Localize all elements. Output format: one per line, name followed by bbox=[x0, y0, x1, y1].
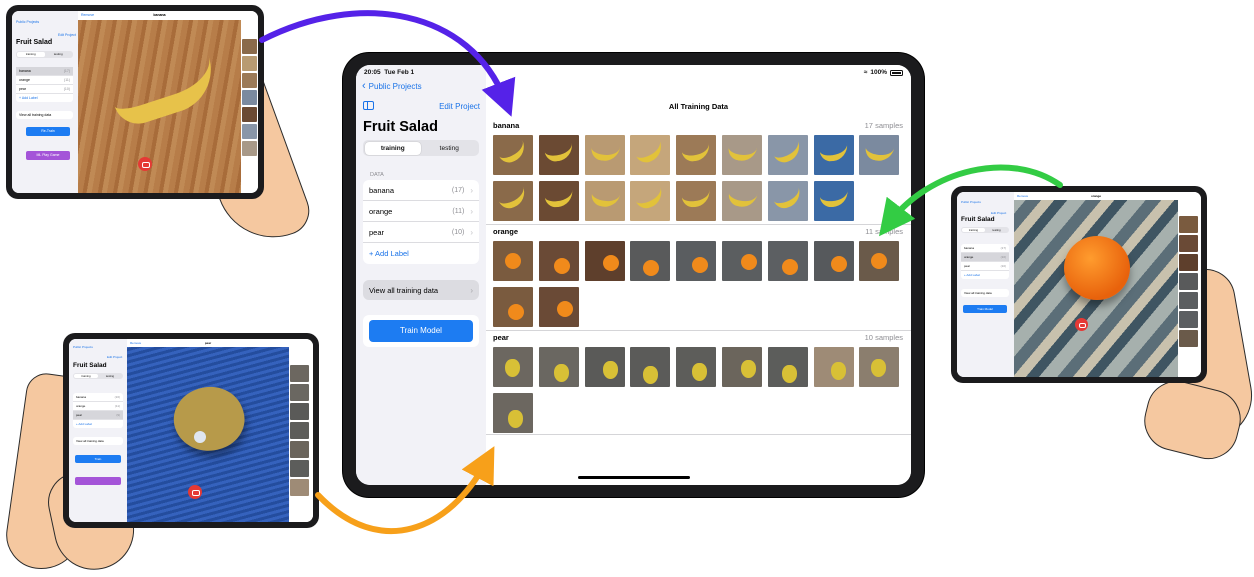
arrow-orange bbox=[315, 446, 495, 535]
arrow-green bbox=[879, 164, 1063, 237]
arrow-purple bbox=[259, 10, 516, 117]
flow-arrows bbox=[259, 10, 1063, 535]
